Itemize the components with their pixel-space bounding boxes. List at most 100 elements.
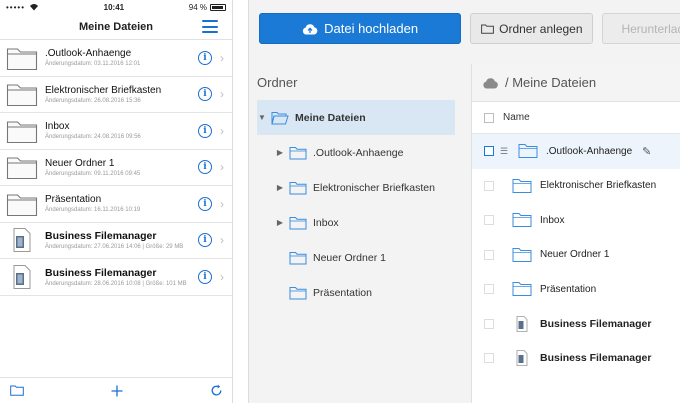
new-folder-button[interactable]: Ordner anlegen (470, 13, 594, 44)
file-document-icon (516, 315, 528, 332)
item-meta: Änderungsdatum: 09.11.2016 09:45 (45, 170, 141, 177)
folder-icon (6, 84, 38, 107)
file-name: Elektronischer Briefkasten (540, 180, 657, 192)
info-icon[interactable]: i (198, 50, 212, 65)
drag-handle-icon[interactable]: ☰ (500, 146, 510, 157)
row-checkbox[interactable] (484, 318, 494, 329)
wifi-icon (30, 4, 39, 11)
item-name: Elektronischer Briefkasten (45, 84, 162, 96)
download-button[interactable]: Herunterladen (602, 13, 680, 44)
row-checkbox[interactable] (484, 146, 494, 157)
tree-node[interactable]: ▶ Elektronischer Briefkasten (249, 170, 459, 205)
caret-right-icon[interactable]: ▶ (275, 183, 285, 192)
info-icon[interactable]: i (198, 160, 212, 175)
table-row[interactable]: Neuer Ordner 1 (472, 238, 680, 273)
tree-node-root[interactable]: ▼ Meine Dateien (257, 100, 455, 135)
toolbar: Datei hochladen Ordner anlegen Herunterl… (259, 13, 680, 44)
item-meta: Änderungsdatum: 26.08.2016 15:36 (45, 97, 141, 104)
upload-file-button[interactable]: Datei hochladen (259, 13, 462, 44)
row-checkbox[interactable] (484, 180, 494, 191)
tree-node[interactable]: ▶ .Outlook-Anhaenge (249, 135, 459, 170)
row-checkbox[interactable] (484, 249, 494, 260)
folder-icon (289, 251, 307, 264)
item-meta: Änderungsdatum: 27.06.2016 14:06 | Größe… (45, 244, 184, 251)
file-name: Inbox (540, 214, 565, 226)
refresh-icon[interactable] (210, 384, 223, 397)
cloud-upload-icon (302, 23, 318, 34)
list-item[interactable]: Neuer Ordner 1 Änderungsdatum: 09.11.2016… (0, 150, 232, 186)
list-item[interactable]: Inbox Änderungsdatum: 24.08.2016 09:56 i … (0, 113, 232, 150)
table-row[interactable]: Präsentation (472, 272, 680, 307)
chevron-right-icon: › (220, 160, 224, 175)
folder-icon (6, 157, 38, 180)
info-icon[interactable]: i (198, 87, 212, 102)
file-document-icon (13, 264, 31, 289)
file-name: Business Filemanager (540, 317, 652, 330)
info-icon[interactable]: i (198, 196, 212, 211)
chevron-right-icon: › (220, 50, 224, 65)
tree-node-label: Elektronischer Briefkasten (313, 181, 435, 194)
file-name: Präsentation (540, 283, 597, 295)
table-row[interactable]: Elektronischer Briefkasten (472, 169, 680, 204)
download-label: Herunterladen (621, 21, 680, 36)
caret-right-icon[interactable]: ▶ (275, 148, 285, 157)
item-name: Business Filemanager (45, 266, 157, 279)
file-name: .Outlook-Anhaenge (546, 145, 633, 157)
info-icon[interactable]: i (198, 269, 212, 284)
signal-indicator: ••••• (6, 2, 26, 12)
chevron-right-icon: › (220, 87, 224, 102)
tree-node-label: Neuer Ordner 1 (313, 251, 386, 264)
new-folder-label: Ordner anlegen (499, 21, 583, 36)
file-document-icon (13, 228, 31, 253)
folder-icon (518, 144, 538, 159)
tree-node[interactable]: Neuer Ordner 1 (249, 240, 459, 275)
add-icon[interactable] (111, 385, 123, 397)
list-item[interactable]: Präsentation Änderungsdatum: 16.11.2016 1… (0, 186, 232, 223)
chevron-right-icon: › (220, 123, 224, 138)
item-meta: Änderungsdatum: 28.06.2016 10:08 | Größe… (45, 280, 187, 287)
chevron-right-icon: › (220, 196, 224, 211)
row-checkbox[interactable] (484, 353, 494, 364)
caret-down-icon[interactable]: ▼ (257, 113, 267, 122)
folder-icon (289, 181, 307, 194)
file-list: .Outlook-Anhaenge Änderungsdatum: 03.11.2… (0, 40, 232, 296)
folder-open-icon (271, 111, 289, 124)
nav-bar: Meine Dateien (0, 14, 232, 40)
select-all-checkbox[interactable] (484, 112, 494, 123)
table-row[interactable]: Business Filemanager (472, 341, 680, 376)
tree-node[interactable]: Präsentation (249, 275, 459, 310)
tree-node-label: .Outlook-Anhaenge (313, 146, 404, 159)
tree-node[interactable]: ▶ Inbox (249, 205, 459, 240)
list-item[interactable]: Business Filemanager Änderungsdatum: 28.0… (0, 259, 232, 296)
folder-icon (512, 282, 532, 297)
row-checkbox[interactable] (484, 284, 494, 295)
folder-icon (6, 194, 38, 216)
list-item[interactable]: .Outlook-Anhaenge Änderungsdatum: 03.11.2… (0, 40, 232, 77)
item-name: Neuer Ordner 1 (45, 157, 115, 169)
folder-tree-heading: Ordner (257, 74, 298, 90)
file-document-icon (516, 350, 528, 367)
table-row[interactable]: Business Filemanager (472, 307, 680, 342)
file-table: / Meine Dateien Name ☰ .Outlook-Anhaenge… (471, 64, 680, 403)
row-checkbox[interactable] (484, 215, 494, 226)
info-icon[interactable]: i (198, 123, 212, 138)
item-meta: Änderungsdatum: 24.08.2016 09:56 (45, 134, 141, 141)
table-row[interactable]: Inbox (472, 203, 680, 238)
list-item[interactable]: Business Filemanager Änderungsdatum: 27.0… (0, 223, 232, 259)
folder-icon[interactable] (10, 385, 24, 396)
list-item[interactable]: Elektronischer Briefkasten Änderungsdatum… (0, 77, 232, 113)
folder-icon (481, 24, 495, 34)
column-header-name[interactable]: Name (503, 112, 530, 123)
folder-icon (289, 216, 307, 229)
breadcrumb-path: / Meine Dateien (505, 75, 597, 90)
cloud-icon (483, 77, 498, 88)
status-time: 10:41 (103, 2, 125, 12)
hamburger-menu-icon[interactable] (202, 20, 218, 33)
edit-pencil-icon[interactable]: ✎ (642, 145, 651, 158)
table-row[interactable]: ☰ .Outlook-Anhaenge ✎ (472, 134, 680, 169)
caret-right-icon[interactable]: ▶ (275, 218, 285, 227)
item-name: Inbox (45, 121, 70, 133)
web-app-window: Datei hochladen Ordner anlegen Herunterl… (248, 0, 680, 403)
folder-icon (512, 247, 532, 262)
info-icon[interactable]: i (198, 233, 212, 248)
